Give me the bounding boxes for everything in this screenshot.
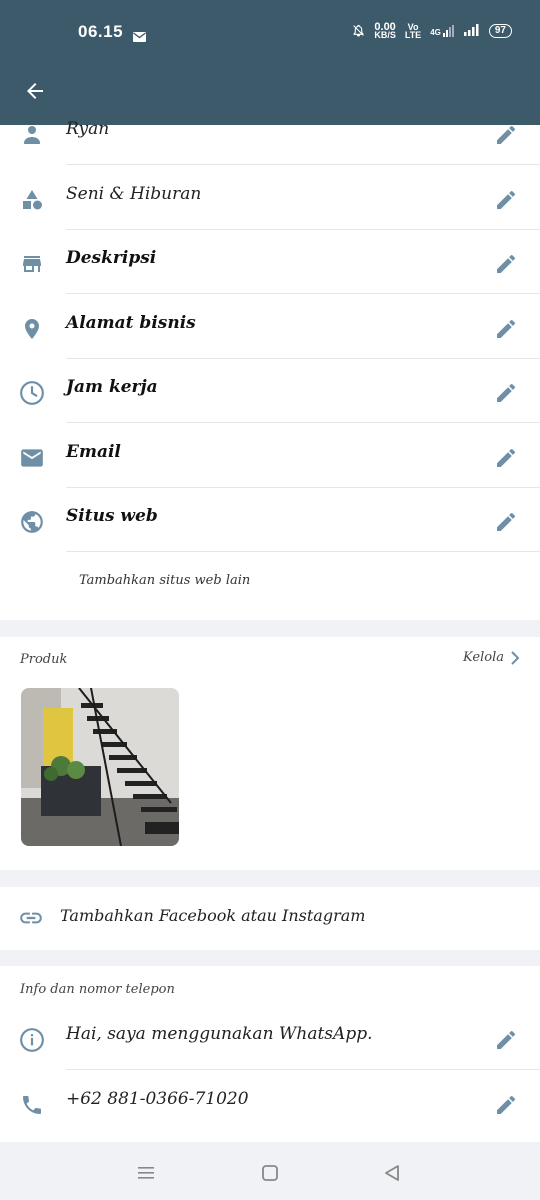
network-4g: 4G: [430, 25, 455, 37]
profile-row[interactable]: Situs web: [0, 488, 540, 552]
manage-products-button[interactable]: Kelola: [463, 650, 520, 665]
info-title: Info dan nomor telepon: [20, 982, 175, 997]
volte-indicator: Vo LTE: [404, 23, 422, 40]
clock-icon: [18, 379, 46, 407]
pencil-icon: [497, 125, 516, 144]
add-social-link[interactable]: Tambahkan Facebook atau Instagram: [60, 906, 365, 925]
pencil-icon: [497, 1095, 516, 1114]
pencil-icon: [497, 190, 516, 209]
product-image[interactable]: [21, 688, 179, 846]
status-time: 06.15: [78, 22, 124, 41]
category-shapes-icon: [18, 186, 46, 214]
profile-row-label: Deskripsi: [66, 248, 157, 268]
row-divider: [66, 551, 540, 552]
edit-button[interactable]: [492, 508, 520, 536]
profile-row-label: Alamat bisnis: [66, 312, 196, 333]
profile-section: Ryan Seni & Hiburan Deskripsi Alamat bisnis…: [0, 119, 540, 620]
store-icon: [18, 250, 46, 278]
recent-apps-button[interactable]: [135, 1162, 157, 1184]
profile-row[interactable]: Email: [0, 424, 540, 488]
chevron-right-icon: [511, 650, 520, 665]
pencil-icon: [497, 1030, 516, 1049]
edit-button[interactable]: [492, 121, 520, 149]
back-arrow-icon: [27, 83, 43, 99]
about-text: Hai, saya menggunakan WhatsApp.: [66, 1024, 373, 1044]
pencil-icon: [497, 512, 516, 531]
battery-level: 97: [488, 24, 512, 38]
phone-number: +62 881-0366-71020: [66, 1089, 249, 1109]
profile-row-label: Email: [66, 441, 121, 462]
profile-row-label: Ryan: [66, 119, 110, 139]
edit-button[interactable]: [492, 379, 520, 407]
products-title: Produk: [20, 652, 68, 667]
add-website-link[interactable]: Tambahkan situs web lain: [79, 573, 250, 588]
pencil-icon: [497, 448, 516, 467]
profile-row[interactable]: Ryan: [0, 101, 540, 165]
profile-row-label: Seni & Hiburan: [66, 183, 202, 204]
system-nav-bar: [0, 1142, 540, 1200]
pencil-icon: [497, 319, 516, 338]
row-divider: [66, 1069, 540, 1070]
status-indicators: 0.00 KB/S Vo LTE 4G 97: [352, 22, 512, 40]
phone-icon: [18, 1091, 46, 1119]
profile-row[interactable]: Jam kerja: [0, 359, 540, 423]
edit-button[interactable]: [492, 444, 520, 472]
edit-button[interactable]: [492, 250, 520, 278]
network-type: 4G: [430, 28, 441, 37]
profile-row-label: Jam kerja: [66, 377, 158, 397]
globe-icon: [18, 508, 46, 536]
edit-phone-button[interactable]: [492, 1091, 520, 1119]
location-pin-icon: [18, 315, 46, 343]
menu-lines-icon: [138, 1167, 154, 1179]
back-nav-button[interactable]: [381, 1162, 403, 1184]
signal-icon: [463, 24, 480, 38]
profile-row[interactable]: Deskripsi: [0, 230, 540, 294]
profile-row-label: Situs web: [66, 506, 158, 526]
staircase-photo: [21, 688, 179, 846]
mute-icon: [352, 24, 365, 39]
about-row[interactable]: Hai, saya menggunakan WhatsApp.: [0, 1006, 540, 1070]
manage-label: Kelola: [463, 650, 504, 665]
edit-about-button[interactable]: [492, 1026, 520, 1054]
net-speed: 0.00 KB/S: [374, 22, 396, 40]
link-icon: [18, 905, 44, 935]
home-button[interactable]: [259, 1162, 281, 1184]
home-square-icon: [262, 1165, 278, 1181]
phone-row[interactable]: +62 881-0366-71020: [0, 1071, 540, 1135]
volte-bottom: LTE: [404, 30, 422, 40]
pencil-icon: [497, 254, 516, 273]
profile-row[interactable]: Seni & Hiburan: [0, 166, 540, 230]
edit-button[interactable]: [492, 186, 520, 214]
profile-row[interactable]: Alamat bisnis: [0, 295, 540, 359]
back-triangle-icon: [385, 1165, 399, 1181]
info-icon: [18, 1026, 46, 1054]
mail-notification-icon: [133, 27, 146, 46]
net-speed-unit: KB/S: [374, 30, 396, 40]
status-bar: 06.15 0.00 KB/S Vo LTE 4G 97: [0, 18, 540, 48]
person-icon: [18, 121, 46, 149]
edit-button[interactable]: [492, 315, 520, 343]
pencil-icon: [497, 383, 516, 402]
email-icon: [18, 444, 46, 472]
